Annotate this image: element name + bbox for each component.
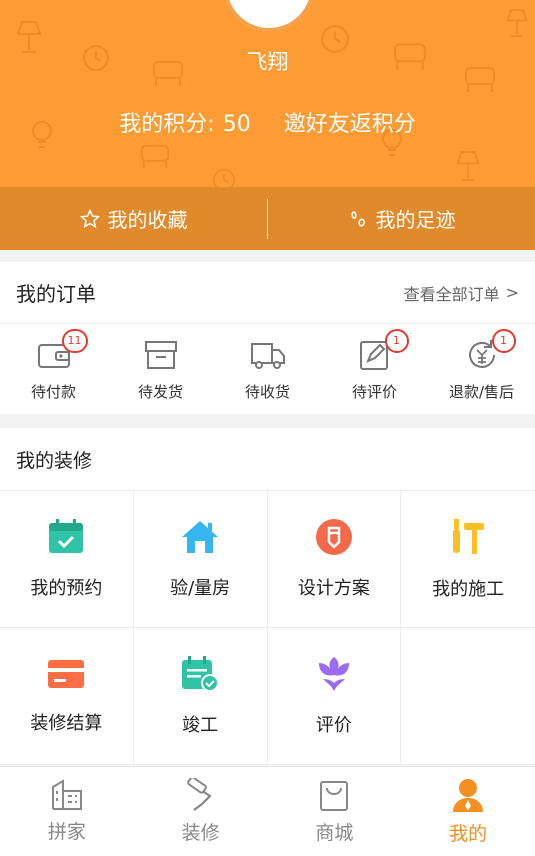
- card-icon: [48, 660, 85, 688]
- decoration-title: 我的装修: [16, 449, 93, 472]
- order-refund-aftersale-label: 退款/售后: [448, 382, 515, 401]
- sofa-doodle-icon: [140, 144, 170, 169]
- decor-item-construction[interactable]: 我的施工: [401, 491, 535, 628]
- box-icon: [144, 340, 177, 369]
- paint-roller-icon: [186, 778, 212, 811]
- decor-item-appointment[interactable]: 我的预约: [0, 491, 134, 628]
- tab-pinjia-label: 拼家: [47, 821, 86, 843]
- order-status-row: 11 待付款 待发货 待收货 1 待评价 1 退款/售后: [0, 324, 535, 414]
- avatar[interactable]: [223, 0, 315, 32]
- decor-item-design-plan-label: 设计方案: [297, 578, 370, 599]
- points-label: 我的积分:: [119, 112, 215, 137]
- header-action-bar: 我的收藏 我的足迹: [0, 187, 535, 250]
- pencil-circle-icon: [315, 519, 352, 555]
- decor-item-settlement-label: 装修结算: [30, 713, 103, 734]
- pending-payment-badge: 11: [61, 328, 88, 353]
- view-all-orders-link[interactable]: 查看全部订单 >: [404, 281, 519, 305]
- orders-section: 我的订单 查看全部订单 > 11 待付款 待发货 待收货 1 待评价 1 退款/…: [0, 262, 535, 414]
- tab-mall-label: 商城: [315, 822, 354, 844]
- decor-item-review[interactable]: 评价: [267, 628, 402, 765]
- invite-friends-link[interactable]: 邀好友返积分: [284, 112, 416, 137]
- orders-title-row: 我的订单 查看全部订单 >: [0, 262, 535, 324]
- tab-mall[interactable]: 商城: [268, 767, 402, 856]
- tab-mine-label: 我的: [449, 823, 488, 845]
- house-icon: [182, 521, 219, 553]
- decor-item-appointment-label: 我的预约: [30, 578, 103, 599]
- calendar-check-icon: [49, 519, 84, 553]
- footprint-icon: [350, 210, 365, 226]
- decor-item-construction-label: 我的施工: [432, 579, 505, 600]
- chevron-right-icon: >: [505, 283, 519, 302]
- flower-icon: [318, 657, 349, 691]
- username: 飞翔: [246, 50, 289, 74]
- decor-item-house-inspection-label: 验/量房: [170, 578, 231, 599]
- refund-badge: 1: [491, 328, 516, 353]
- decor-item-completion-label: 竣工: [182, 715, 219, 736]
- order-pending-payment[interactable]: 11 待付款: [0, 324, 107, 414]
- decor-item-review-label: 评价: [315, 715, 352, 736]
- building-icon: [51, 779, 82, 810]
- user-avatar-icon: [453, 779, 484, 812]
- decoration-grid: 我的预约 验/量房 设计方案 我的施工 装修结算 竣工 评价: [0, 491, 535, 765]
- tab-mine[interactable]: 我的: [401, 767, 535, 856]
- points-row: 我的积分: 50 邀好友返积分: [0, 106, 535, 138]
- order-pending-review-label: 待评价: [351, 382, 397, 401]
- order-pending-receipt[interactable]: 待收货: [214, 324, 321, 414]
- orders-title: 我的订单: [16, 282, 96, 306]
- decor-item-completion[interactable]: 竣工: [133, 628, 268, 765]
- decor-empty-cell: [401, 628, 535, 765]
- calendar-done-icon: [182, 656, 220, 692]
- bottom-nav: 拼家 装修 商城 我的: [0, 766, 535, 856]
- tab-decoration-label: 装修: [181, 822, 220, 844]
- decor-item-settlement[interactable]: 装修结算: [0, 628, 134, 765]
- order-pending-shipment[interactable]: 待发货: [107, 324, 214, 414]
- order-pending-receipt-label: 待收货: [244, 382, 290, 401]
- decor-item-design-plan[interactable]: 设计方案: [267, 491, 402, 628]
- shopping-bag-icon: [320, 781, 349, 811]
- lamp-doodle-icon: [456, 151, 480, 181]
- order-refund-aftersale[interactable]: 1 退款/售后: [428, 324, 535, 414]
- star-icon: [79, 208, 100, 228]
- footprints-label: 我的足迹: [375, 208, 456, 232]
- decor-item-house-inspection[interactable]: 验/量房: [133, 491, 268, 628]
- order-pending-payment-label: 待付款: [30, 382, 76, 401]
- order-pending-shipment-label: 待发货: [137, 382, 183, 401]
- decoration-section: 我的装修 我的预约 验/量房 设计方案 我的施工 装修结算 竣工 评价: [0, 428, 535, 765]
- truck-icon: [250, 342, 285, 369]
- tab-pinjia[interactable]: 拼家: [0, 767, 134, 856]
- profile-header: 飞翔 我的积分: 50 邀好友返积分 我的收藏 我的足迹: [0, 0, 535, 250]
- tools-icon: [453, 519, 485, 554]
- header-bar-divider: [267, 198, 268, 239]
- pending-review-badge: 1: [384, 328, 409, 353]
- tab-decoration[interactable]: 装修: [134, 767, 268, 856]
- order-pending-review[interactable]: 1 待评价: [321, 324, 428, 414]
- favorites-label: 我的收藏: [107, 208, 188, 232]
- decoration-title-row: 我的装修: [0, 428, 535, 491]
- lamp-doodle-icon: [506, 9, 528, 37]
- view-all-orders-label: 查看全部订单: [403, 284, 500, 304]
- footprints-button[interactable]: 我的足迹: [268, 187, 535, 250]
- points-value[interactable]: 50: [223, 112, 251, 137]
- favorites-button[interactable]: 我的收藏: [0, 187, 267, 250]
